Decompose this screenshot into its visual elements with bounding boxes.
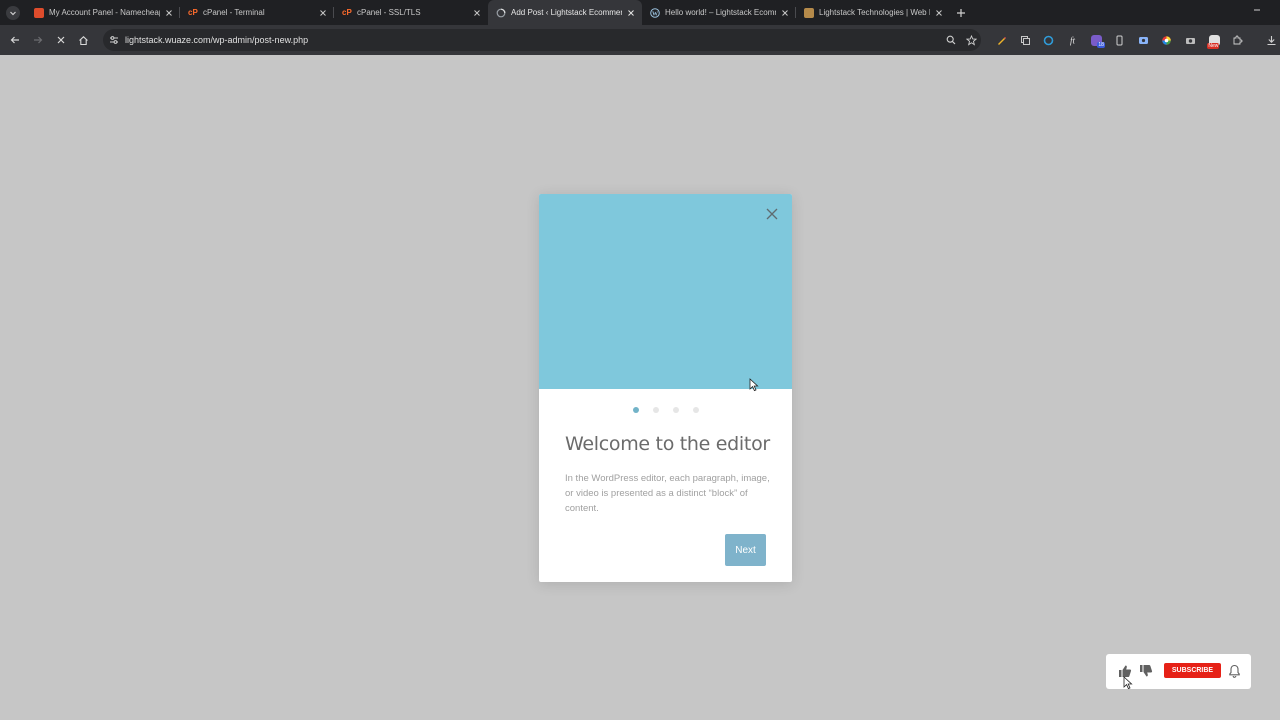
font-icon: ft (1070, 35, 1076, 45)
tab-add-post[interactable]: Add Post ‹ Lightstack Ecommerce (488, 0, 642, 25)
tab-hello-world[interactable]: W Hello world! – Lightstack Ecommerce (642, 0, 796, 25)
mouse-cursor-icon (1123, 676, 1133, 690)
close-icon[interactable] (318, 8, 328, 18)
back-button[interactable] (3, 25, 26, 55)
layers-icon (1020, 35, 1030, 45)
page-dot-1[interactable] (632, 407, 639, 413)
home-icon (79, 35, 88, 45)
new-tab-button[interactable] (950, 0, 972, 25)
extensions-area: ft 18 New (990, 25, 1280, 55)
page-dot-3[interactable] (672, 407, 679, 413)
page-dot-2[interactable] (652, 407, 659, 413)
bookmark-button[interactable] (961, 29, 981, 51)
loading-icon (496, 8, 506, 18)
tab-title: Lightstack Technologies | Web Design (819, 8, 930, 17)
extensions-menu-button[interactable] (1226, 25, 1250, 55)
counter-extension-button[interactable]: 18 (1084, 25, 1108, 55)
tab-search-button[interactable] (0, 0, 26, 25)
tab-strip: My Account Panel - Namecheap cP cPanel -… (0, 0, 1280, 25)
svg-text:W: W (652, 11, 658, 17)
forward-button[interactable] (26, 25, 49, 55)
minimize-icon[interactable] (1252, 5, 1262, 15)
chevron-down-icon (10, 11, 16, 15)
plus-icon (957, 8, 965, 17)
tab-cpanel-terminal[interactable]: cP cPanel - Terminal (180, 0, 334, 25)
close-icon (57, 36, 64, 44)
namecheap-icon (34, 7, 44, 18)
phone-icon (1116, 35, 1123, 45)
pencil-icon (998, 36, 1007, 45)
arrow-right-icon (33, 36, 42, 44)
circle-icon (1044, 35, 1054, 45)
close-button[interactable] (763, 205, 781, 223)
blue-circle-extension-button[interactable] (1037, 25, 1061, 55)
tune-icon (110, 36, 118, 44)
close-icon[interactable] (164, 8, 174, 18)
svg-text:ft: ft (1070, 35, 1076, 45)
new-badge: New (1207, 43, 1220, 49)
tab-title: Add Post ‹ Lightstack Ecommerce (511, 8, 622, 17)
font-extension-button[interactable]: ft (1061, 25, 1085, 55)
camera-extension-button[interactable] (1179, 25, 1203, 55)
zoom-icon (946, 35, 956, 45)
browser-toolbar: lightstack.wuaze.com/wp-admin/post-new.p… (0, 25, 1280, 55)
home-button[interactable] (72, 25, 95, 55)
tab-title: cPanel - SSL/TLS (357, 8, 421, 17)
mouse-cursor-icon (749, 378, 759, 392)
tab-title: cPanel - Terminal (203, 8, 265, 17)
bell-icon[interactable] (1228, 664, 1241, 678)
close-icon[interactable] (934, 8, 944, 18)
new-extension-button[interactable]: New (1202, 25, 1226, 55)
url-text: lightstack.wuaze.com/wp-admin/post-new.p… (125, 35, 309, 45)
close-icon[interactable] (626, 8, 636, 18)
cpanel-icon: cP (188, 8, 198, 17)
camera-icon (1186, 37, 1196, 44)
modal-hero-image (539, 194, 792, 389)
site-info-button[interactable] (103, 29, 125, 51)
close-icon[interactable] (472, 8, 482, 18)
thumbs-down-icon[interactable] (1139, 664, 1153, 678)
layers-extension-button[interactable] (1014, 25, 1038, 55)
screen-icon (1138, 36, 1148, 44)
extension-count-badge: 18 (1097, 42, 1105, 48)
cpanel-icon: cP (342, 8, 352, 17)
stop-button[interactable] (49, 25, 72, 55)
modal-title: Welcome to the editor (565, 433, 770, 455)
color-picker-extension-button[interactable] (1155, 25, 1179, 55)
tab-lightstack[interactable]: Lightstack Technologies | Web Design (796, 0, 950, 25)
modal-body-text: In the WordPress editor, each paragraph,… (565, 473, 770, 514)
arrow-left-icon (10, 36, 19, 44)
pencil-extension-button[interactable] (990, 25, 1014, 55)
subscribe-button[interactable]: SUBSCRIBE (1164, 663, 1221, 678)
puzzle-icon (1233, 35, 1243, 44)
star-icon (965, 34, 977, 46)
next-button[interactable]: Next (725, 534, 766, 566)
color-wheel-icon (1162, 35, 1172, 45)
tab-namecheap[interactable]: My Account Panel - Namecheap (26, 0, 180, 25)
close-icon (766, 208, 778, 220)
address-bar[interactable]: lightstack.wuaze.com/wp-admin/post-new.p… (103, 29, 981, 51)
tab-cpanel-ssl[interactable]: cP cPanel - SSL/TLS (334, 0, 488, 25)
wordpress-icon: W (650, 7, 660, 18)
zoom-button[interactable] (941, 29, 961, 51)
phone-extension-button[interactable] (1108, 25, 1132, 55)
close-icon[interactable] (780, 8, 790, 18)
tab-title: Hello world! – Lightstack Ecommerce (665, 8, 776, 17)
download-icon (1267, 35, 1276, 45)
tab-title: My Account Panel - Namecheap (49, 8, 160, 17)
page-dot-4[interactable] (692, 407, 699, 413)
folder-icon (804, 7, 814, 18)
screen-recorder-extension-button[interactable] (1132, 25, 1156, 55)
downloads-button[interactable] (1260, 25, 1280, 55)
page-indicator (539, 407, 792, 413)
